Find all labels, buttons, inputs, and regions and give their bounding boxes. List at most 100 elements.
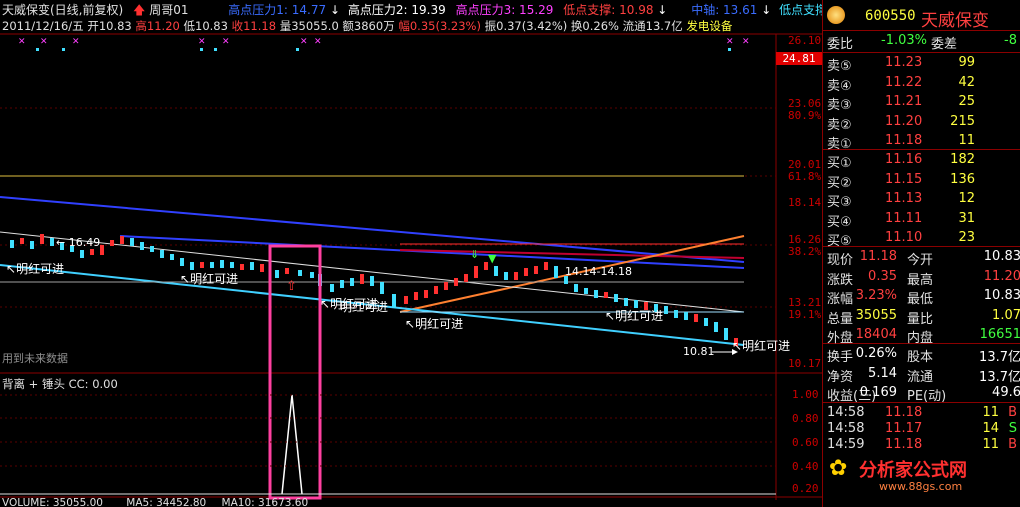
stat-label: 外盘: [827, 331, 854, 346]
weibi-label: 委比: [827, 37, 854, 52]
tick-time: 14:58: [827, 421, 865, 436]
buy-signal-5: ↖明红可进: [405, 317, 464, 331]
svg-text:✕: ✕: [222, 37, 230, 47]
bid-label: 买①: [827, 156, 852, 171]
tick-row: 14:59 11.18 11 B: [823, 436, 1020, 456]
watermark-url: www.88gs.com: [879, 480, 963, 493]
stat-value: 11.20: [983, 268, 1020, 284]
range-label: 14.14-14.18: [565, 265, 632, 278]
stock-code: 600550: [865, 8, 916, 24]
bid-volume: 12: [958, 191, 975, 206]
buy-signal-text: 明红可进: [340, 300, 389, 314]
axis-10-17: 10.17: [788, 357, 822, 370]
axis-19-1: 19.1%: [788, 308, 822, 321]
ask-row: 卖⑤ 11.23 99: [823, 54, 1020, 74]
chart-area[interactable]: 天威保变(日线,前复权) 🡅 周哥01 高点压力1: 14.77 ↓ 高点压力2…: [0, 0, 846, 507]
ask-row: 卖① 11.18 11: [823, 132, 1020, 152]
stat-row: 涨跌 0.35 最高 11.20: [823, 268, 1020, 288]
stat-label: 内盘: [907, 331, 934, 346]
axis-18-14: 18.14: [788, 196, 822, 209]
stat-label: 今开: [907, 253, 934, 268]
stat-label: 换手: [827, 350, 854, 365]
price-chart[interactable]: ✕ ✕ ✕ ✕ ✕ ✕ ✕ ✕ ✕ ⇓ ▼ ⇧: [0, 0, 822, 507]
svg-text:✕: ✕: [314, 37, 322, 47]
buy-signal-6: ↖明红可进: [605, 309, 664, 323]
sub-axis-2: 0.80: [792, 412, 819, 425]
stat-value: 35055: [855, 307, 897, 323]
ask-price: 11.22: [885, 74, 923, 90]
stat-label: 股本: [907, 350, 934, 365]
stat-value: 18404: [855, 327, 897, 342]
peak-value: 16.49: [68, 236, 101, 249]
weicha-label: 委差: [931, 37, 958, 52]
bid-label: 买④: [827, 214, 852, 230]
stock-header: 600550 天威保变: [823, 4, 1020, 31]
top-dots: [36, 48, 731, 51]
stat2-row: 收益(三) 0.169 PE(动) 49.6: [823, 384, 1020, 404]
ask-price: 11.20: [885, 113, 923, 129]
ask-label: 卖③: [827, 98, 852, 113]
buy-signal-4: 明红可进: [340, 298, 388, 315]
buy-signal-text: 明红可进: [415, 317, 464, 331]
ask-volume: 11: [958, 133, 975, 148]
buy-signal-1: ↖明红可进: [6, 262, 65, 276]
tick-flag: S: [1008, 421, 1017, 436]
candles: [10, 234, 738, 346]
tick-time: 14:58: [827, 405, 865, 420]
stat-row: 现价 11.18 今开 10.83: [823, 248, 1020, 268]
watermark-title: 分析家公式网: [859, 460, 967, 481]
axis-38-2: 38.2%: [788, 245, 822, 258]
volume-bar: VOLUME: 35055.00 MA5: 34452.80 MA10: 316…: [2, 498, 308, 507]
stat-row: 涨幅 3.23% 最低 10.83: [823, 287, 1020, 307]
ask-row: 卖② 11.20 215: [823, 113, 1020, 133]
spike-line: [281, 394, 303, 495]
bid-volume: 23: [958, 230, 975, 245]
svg-text:✕: ✕: [300, 37, 308, 47]
ask-row: 卖④ 11.22 42: [823, 74, 1020, 94]
bid-row: 买④ 11.11 31: [823, 210, 1020, 230]
quote-panel: 600550 天威保变 委比 -1.03% 委差 -8 ✿ 分析家公式网 www…: [822, 0, 1020, 507]
future-data-warning: 用到未来数据: [2, 352, 68, 365]
ask-price: 11.21: [885, 94, 923, 109]
stat-label: 净资: [827, 369, 854, 385]
stat-label: 流通: [907, 369, 934, 385]
svg-text:✕: ✕: [198, 37, 206, 47]
stat-value: 5.14: [868, 365, 897, 381]
sub-axis-3: 0.60: [792, 436, 819, 449]
tick-flag: B: [1008, 405, 1017, 420]
buy-signal-text: 明红可进: [190, 272, 239, 286]
bid-volume: 31: [958, 210, 975, 226]
bid-row: 买② 11.15 136: [823, 171, 1020, 191]
buy-signal-2: ↖明红可进: [180, 272, 239, 286]
buy-signal-text: 明红可进: [16, 262, 65, 276]
current-price-tag: 24.81: [776, 52, 822, 65]
bid-volume: 136: [950, 171, 975, 187]
bid-volume: 182: [950, 152, 975, 167]
ask-label: 卖⑤: [827, 59, 852, 74]
axis-80-9: 80.9%: [788, 109, 822, 122]
flower-icon: ✿: [829, 456, 848, 481]
stat-value: 13.7亿: [979, 350, 1020, 365]
tick-price: 11.17: [885, 421, 923, 436]
ma5-value: MA5: 34452.80: [126, 497, 207, 507]
bid-price: 11.16: [885, 152, 923, 167]
bid-row: 买⑤ 11.10 23: [823, 229, 1020, 249]
green-down-arrow-icon: ▼: [488, 252, 497, 265]
stat-value: 49.6: [992, 385, 1020, 400]
blue-channel-line: [0, 196, 745, 263]
tick-volume: 11: [982, 437, 999, 452]
stat-value: 13.7亿: [979, 369, 1020, 385]
top-markers: ✕ ✕ ✕ ✕ ✕ ✕ ✕ ✕ ✕: [18, 37, 750, 47]
logo-icon: [827, 6, 845, 24]
stat-value: 0.35: [868, 268, 897, 284]
axis-26-10: 26.10: [788, 34, 822, 47]
ask-label: 卖④: [827, 78, 852, 94]
stat-row: 外盘 18404 内盘 16651: [823, 326, 1020, 346]
stat-label: PE(动): [907, 389, 947, 404]
stat-value: 10.83: [983, 288, 1020, 303]
sub-axis-1: 1.00: [792, 388, 819, 401]
stat-value: 10.83: [983, 249, 1020, 264]
tick-time: 14:59: [827, 437, 865, 452]
bid-price: 11.10: [885, 230, 923, 245]
stat-value: 0.169: [859, 385, 897, 400]
